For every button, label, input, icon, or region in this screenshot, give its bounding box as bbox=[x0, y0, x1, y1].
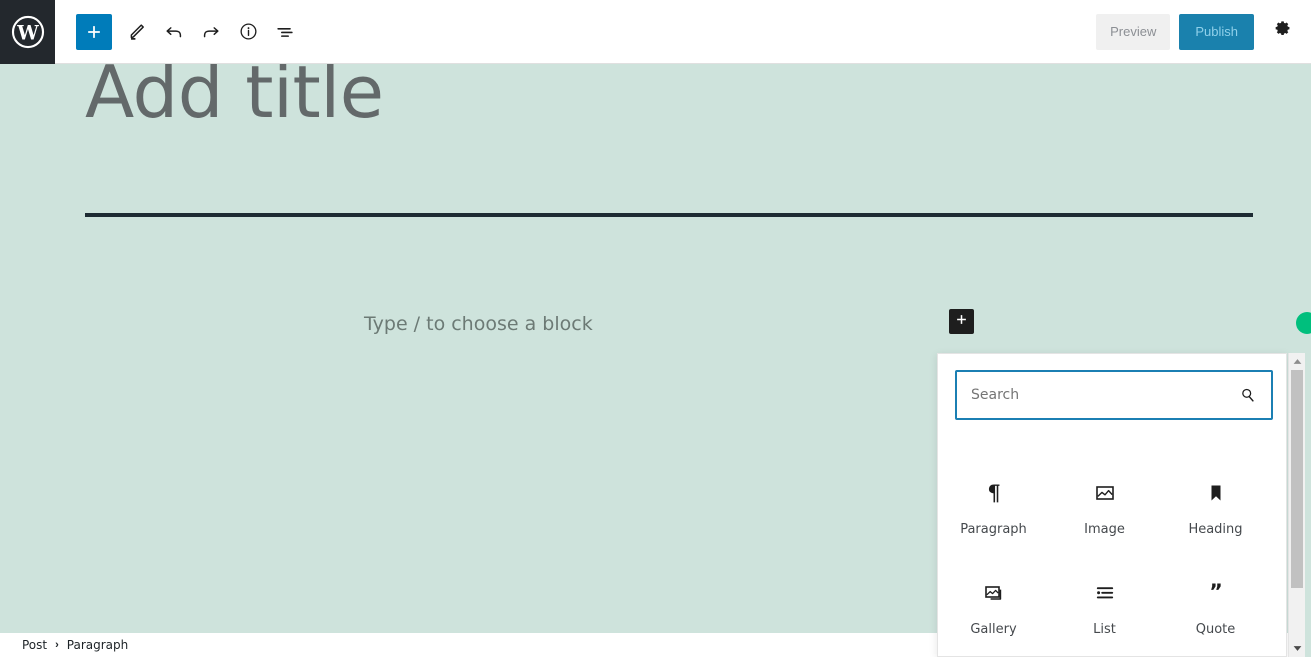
scrollbar-thumb[interactable] bbox=[1291, 370, 1303, 588]
quote-marks-icon: ” bbox=[1203, 578, 1229, 608]
publish-button[interactable]: Publish bbox=[1179, 13, 1254, 50]
settings-button[interactable] bbox=[1267, 14, 1297, 50]
block-search-field[interactable] bbox=[955, 370, 1273, 420]
plus-icon bbox=[84, 22, 104, 42]
svg-text:W: W bbox=[16, 21, 39, 44]
svg-text:”: ” bbox=[1209, 580, 1223, 603]
breadcrumb-item-paragraph[interactable]: Paragraph bbox=[67, 638, 128, 652]
header-toolbar bbox=[76, 13, 304, 50]
info-circle-icon bbox=[238, 21, 259, 42]
block-item-label: Heading bbox=[1188, 522, 1243, 537]
preview-button[interactable]: Preview bbox=[1096, 13, 1171, 50]
redo-arrow-icon bbox=[200, 21, 222, 43]
wordpress-logo-button[interactable]: W bbox=[0, 0, 55, 64]
title-divider bbox=[85, 213, 1253, 217]
inline-block-inserter-button[interactable] bbox=[949, 309, 974, 334]
block-item-label: Gallery bbox=[970, 622, 1017, 637]
heading-bookmark-icon bbox=[1204, 478, 1228, 508]
block-item-label: Image bbox=[1084, 522, 1125, 537]
scroll-down-arrow-icon[interactable] bbox=[1289, 640, 1305, 657]
search-input[interactable] bbox=[971, 387, 1237, 403]
list-icon bbox=[1093, 578, 1117, 608]
redo-button[interactable] bbox=[193, 14, 229, 50]
block-item-heading[interactable]: Heading bbox=[1160, 466, 1271, 566]
list-view-icon bbox=[274, 21, 296, 43]
details-button[interactable] bbox=[230, 14, 266, 50]
scroll-up-arrow-icon[interactable] bbox=[1289, 353, 1305, 370]
post-title-placeholder[interactable]: Add title bbox=[85, 64, 384, 128]
block-item-quote[interactable]: ” Quote bbox=[1160, 566, 1271, 656]
empty-block-prompt[interactable]: Type / to choose a block bbox=[364, 313, 593, 335]
tools-pencil-button[interactable] bbox=[119, 14, 155, 50]
block-item-gallery[interactable]: Gallery bbox=[938, 566, 1049, 656]
block-item-list[interactable]: List bbox=[1049, 566, 1160, 656]
gallery-icon bbox=[982, 578, 1006, 608]
paragraph-pilcrow-icon: ¶ bbox=[982, 478, 1006, 508]
block-inserter-toggle-button[interactable] bbox=[76, 13, 112, 50]
undo-arrow-icon bbox=[163, 21, 185, 43]
svg-text:¶: ¶ bbox=[987, 481, 1000, 505]
wordpress-logo-icon: W bbox=[11, 15, 45, 49]
undo-button[interactable] bbox=[156, 14, 192, 50]
search-icon[interactable] bbox=[1237, 384, 1259, 406]
breadcrumb-item-post[interactable]: Post bbox=[22, 638, 47, 652]
pencil-icon bbox=[127, 21, 148, 42]
block-item-label: Paragraph bbox=[960, 522, 1027, 537]
chevron-right-icon: › bbox=[55, 639, 59, 651]
plus-icon bbox=[954, 312, 969, 332]
block-inserter-panel: ¶ Paragraph Image Heading bbox=[937, 353, 1287, 657]
header-actions: Preview Publish bbox=[1096, 13, 1311, 50]
image-icon bbox=[1093, 478, 1117, 508]
gear-icon bbox=[1272, 20, 1293, 44]
inserter-scrollbar[interactable] bbox=[1288, 353, 1305, 657]
breadcrumb: Post › Paragraph bbox=[0, 633, 937, 657]
block-item-label: List bbox=[1093, 622, 1116, 637]
editor-header: W Preview Publish bbox=[0, 0, 1311, 64]
block-item-image[interactable]: Image bbox=[1049, 466, 1160, 566]
block-item-paragraph[interactable]: ¶ Paragraph bbox=[938, 466, 1049, 566]
block-type-grid: ¶ Paragraph Image Heading Gallery List ”… bbox=[938, 466, 1286, 656]
status-indicator-dot bbox=[1296, 312, 1311, 334]
block-item-label: Quote bbox=[1195, 622, 1236, 637]
list-view-button[interactable] bbox=[267, 14, 303, 50]
